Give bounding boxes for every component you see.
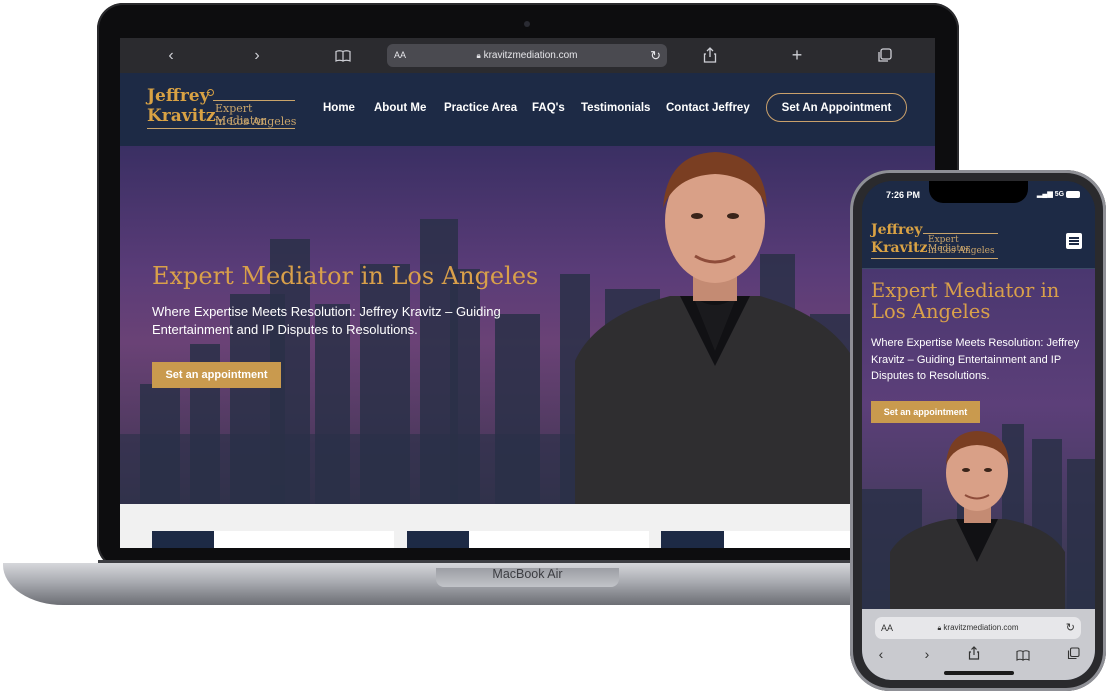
hamburger-menu-icon[interactable]: [1066, 233, 1082, 249]
device-label: MacBook Air: [492, 567, 563, 581]
nav-about-me[interactable]: About Me: [374, 102, 426, 114]
url-text: 🔒︎ kravitzmediation.com: [875, 617, 1081, 640]
nav-contact-jeffrey[interactable]: Contact Jeffrey: [666, 102, 750, 114]
service-card-icon-block: [407, 531, 469, 548]
phone-browser-bar: AA 🔒︎ kravitzmediation.com ↻ ‹ ›: [862, 609, 1095, 680]
hero-appointment-button[interactable]: Set an appointment: [152, 362, 281, 388]
phone-screen: 7:26 PM ▂▄▆ 5G Jeffrey Kravitz Expert Me…: [862, 181, 1095, 680]
logo-last-name: Kravitz: [871, 240, 928, 256]
laptop-camera: [524, 21, 530, 27]
share-icon[interactable]: [968, 646, 980, 660]
jeffrey-portrait: [890, 431, 1065, 609]
reload-icon[interactable]: ↻: [1066, 617, 1075, 639]
network-label: 5G: [1054, 191, 1065, 198]
phone-hero-title: Expert Mediator in Los Angeles: [871, 279, 1060, 323]
logo-rule: [923, 233, 998, 234]
url-label: kravitzmediation.com: [483, 50, 578, 61]
book-icon[interactable]: [1016, 648, 1030, 661]
browser-toolbar: ‹ › AA 🔒︎ kravitzmediation.com ↻ +: [120, 38, 935, 73]
services-strip: [120, 504, 935, 548]
service-card[interactable]: [214, 531, 394, 548]
lock-icon: 🔒︎: [476, 51, 481, 60]
logo-first-name: Jeffrey: [871, 222, 923, 238]
hero-title: Expert Mediator in Los Angeles: [152, 262, 539, 290]
home-indicator[interactable]: [944, 671, 1014, 675]
lock-icon: 🔒︎: [937, 625, 942, 632]
logo-first-name: Jeffrey: [147, 86, 210, 106]
site-logo[interactable]: Jeffrey Kravitz Expert Mediator in Los A…: [147, 86, 297, 132]
phone-hero-subtitle: Where Expertise Meets Resolution: Jeffre…: [871, 337, 1080, 382]
logo-underline: [147, 128, 295, 129]
plus-icon[interactable]: +: [787, 38, 807, 73]
phone-site-header: Jeffrey Kravitz Expert Mediator in Los A…: [862, 213, 1095, 269]
logo-tagline-line2: in Los Angeles: [928, 246, 995, 256]
logo-rule: [213, 100, 295, 101]
nav-faqs[interactable]: FAQ's: [532, 102, 565, 114]
address-bar[interactable]: AA 🔒︎ kravitzmediation.com ↻: [387, 44, 667, 67]
hero-subtitle: Where Expertise Meets Resolution: Jeffre…: [152, 304, 501, 337]
tabs-icon[interactable]: [1067, 647, 1080, 660]
nav-home[interactable]: Home: [323, 102, 355, 114]
url-label: kravitzmediation.com: [943, 623, 1019, 632]
scale-icon: [207, 89, 214, 96]
url-text: 🔒︎ kravitzmediation.com: [387, 44, 667, 67]
phone-appointment-button[interactable]: Set an appointment: [871, 401, 980, 423]
phone-address-bar[interactable]: AA 🔒︎ kravitzmediation.com ↻: [875, 617, 1081, 639]
nav-practice-area[interactable]: Practice Area: [444, 102, 517, 114]
reload-icon[interactable]: ↻: [650, 44, 661, 67]
chevron-left-icon[interactable]: ‹: [161, 38, 181, 73]
service-card-icon-block: [661, 531, 724, 548]
service-card-icon-block: [152, 531, 214, 548]
phone-notch: [929, 181, 1028, 203]
hero-section: Expert Mediator in Los Angeles Where Exp…: [120, 146, 935, 504]
nav-testimonials[interactable]: Testimonials: [581, 102, 650, 114]
service-card[interactable]: [724, 531, 854, 548]
phone-hero-section: Expert Mediator in Los Angeles Where Exp…: [862, 269, 1095, 609]
battery-icon: [1065, 190, 1080, 198]
jeffrey-portrait: [575, 152, 855, 504]
set-appointment-button[interactable]: Set An Appointment: [766, 93, 907, 122]
laptop-screen: ‹ › AA 🔒︎ kravitzmediation.com ↻ + Jeffr…: [120, 38, 935, 548]
book-icon[interactable]: [335, 49, 351, 62]
share-icon[interactable]: [703, 47, 717, 63]
logo-last-name: Kravitz: [147, 106, 216, 126]
site-header: Jeffrey Kravitz Expert Mediator in Los A…: [120, 73, 935, 147]
signal-bars-icon: ▂▄▆: [1037, 191, 1053, 198]
logo-tagline-line2: in Los Angeles: [215, 115, 297, 128]
status-signal: ▂▄▆ 5G: [1037, 190, 1080, 198]
logo-underline: [871, 258, 998, 259]
phone-site-logo[interactable]: Jeffrey Kravitz Expert Mediator in Los A…: [871, 221, 1001, 261]
service-card[interactable]: [469, 531, 649, 548]
chevron-right-icon[interactable]: ›: [918, 644, 936, 664]
status-time: 7:26 PM: [886, 190, 921, 200]
tabs-icon[interactable]: [877, 48, 892, 63]
chevron-left-icon[interactable]: ‹: [872, 644, 890, 664]
chevron-right-icon[interactable]: ›: [247, 38, 267, 73]
phone-status-bar: 7:26 PM ▂▄▆ 5G: [862, 181, 1095, 213]
